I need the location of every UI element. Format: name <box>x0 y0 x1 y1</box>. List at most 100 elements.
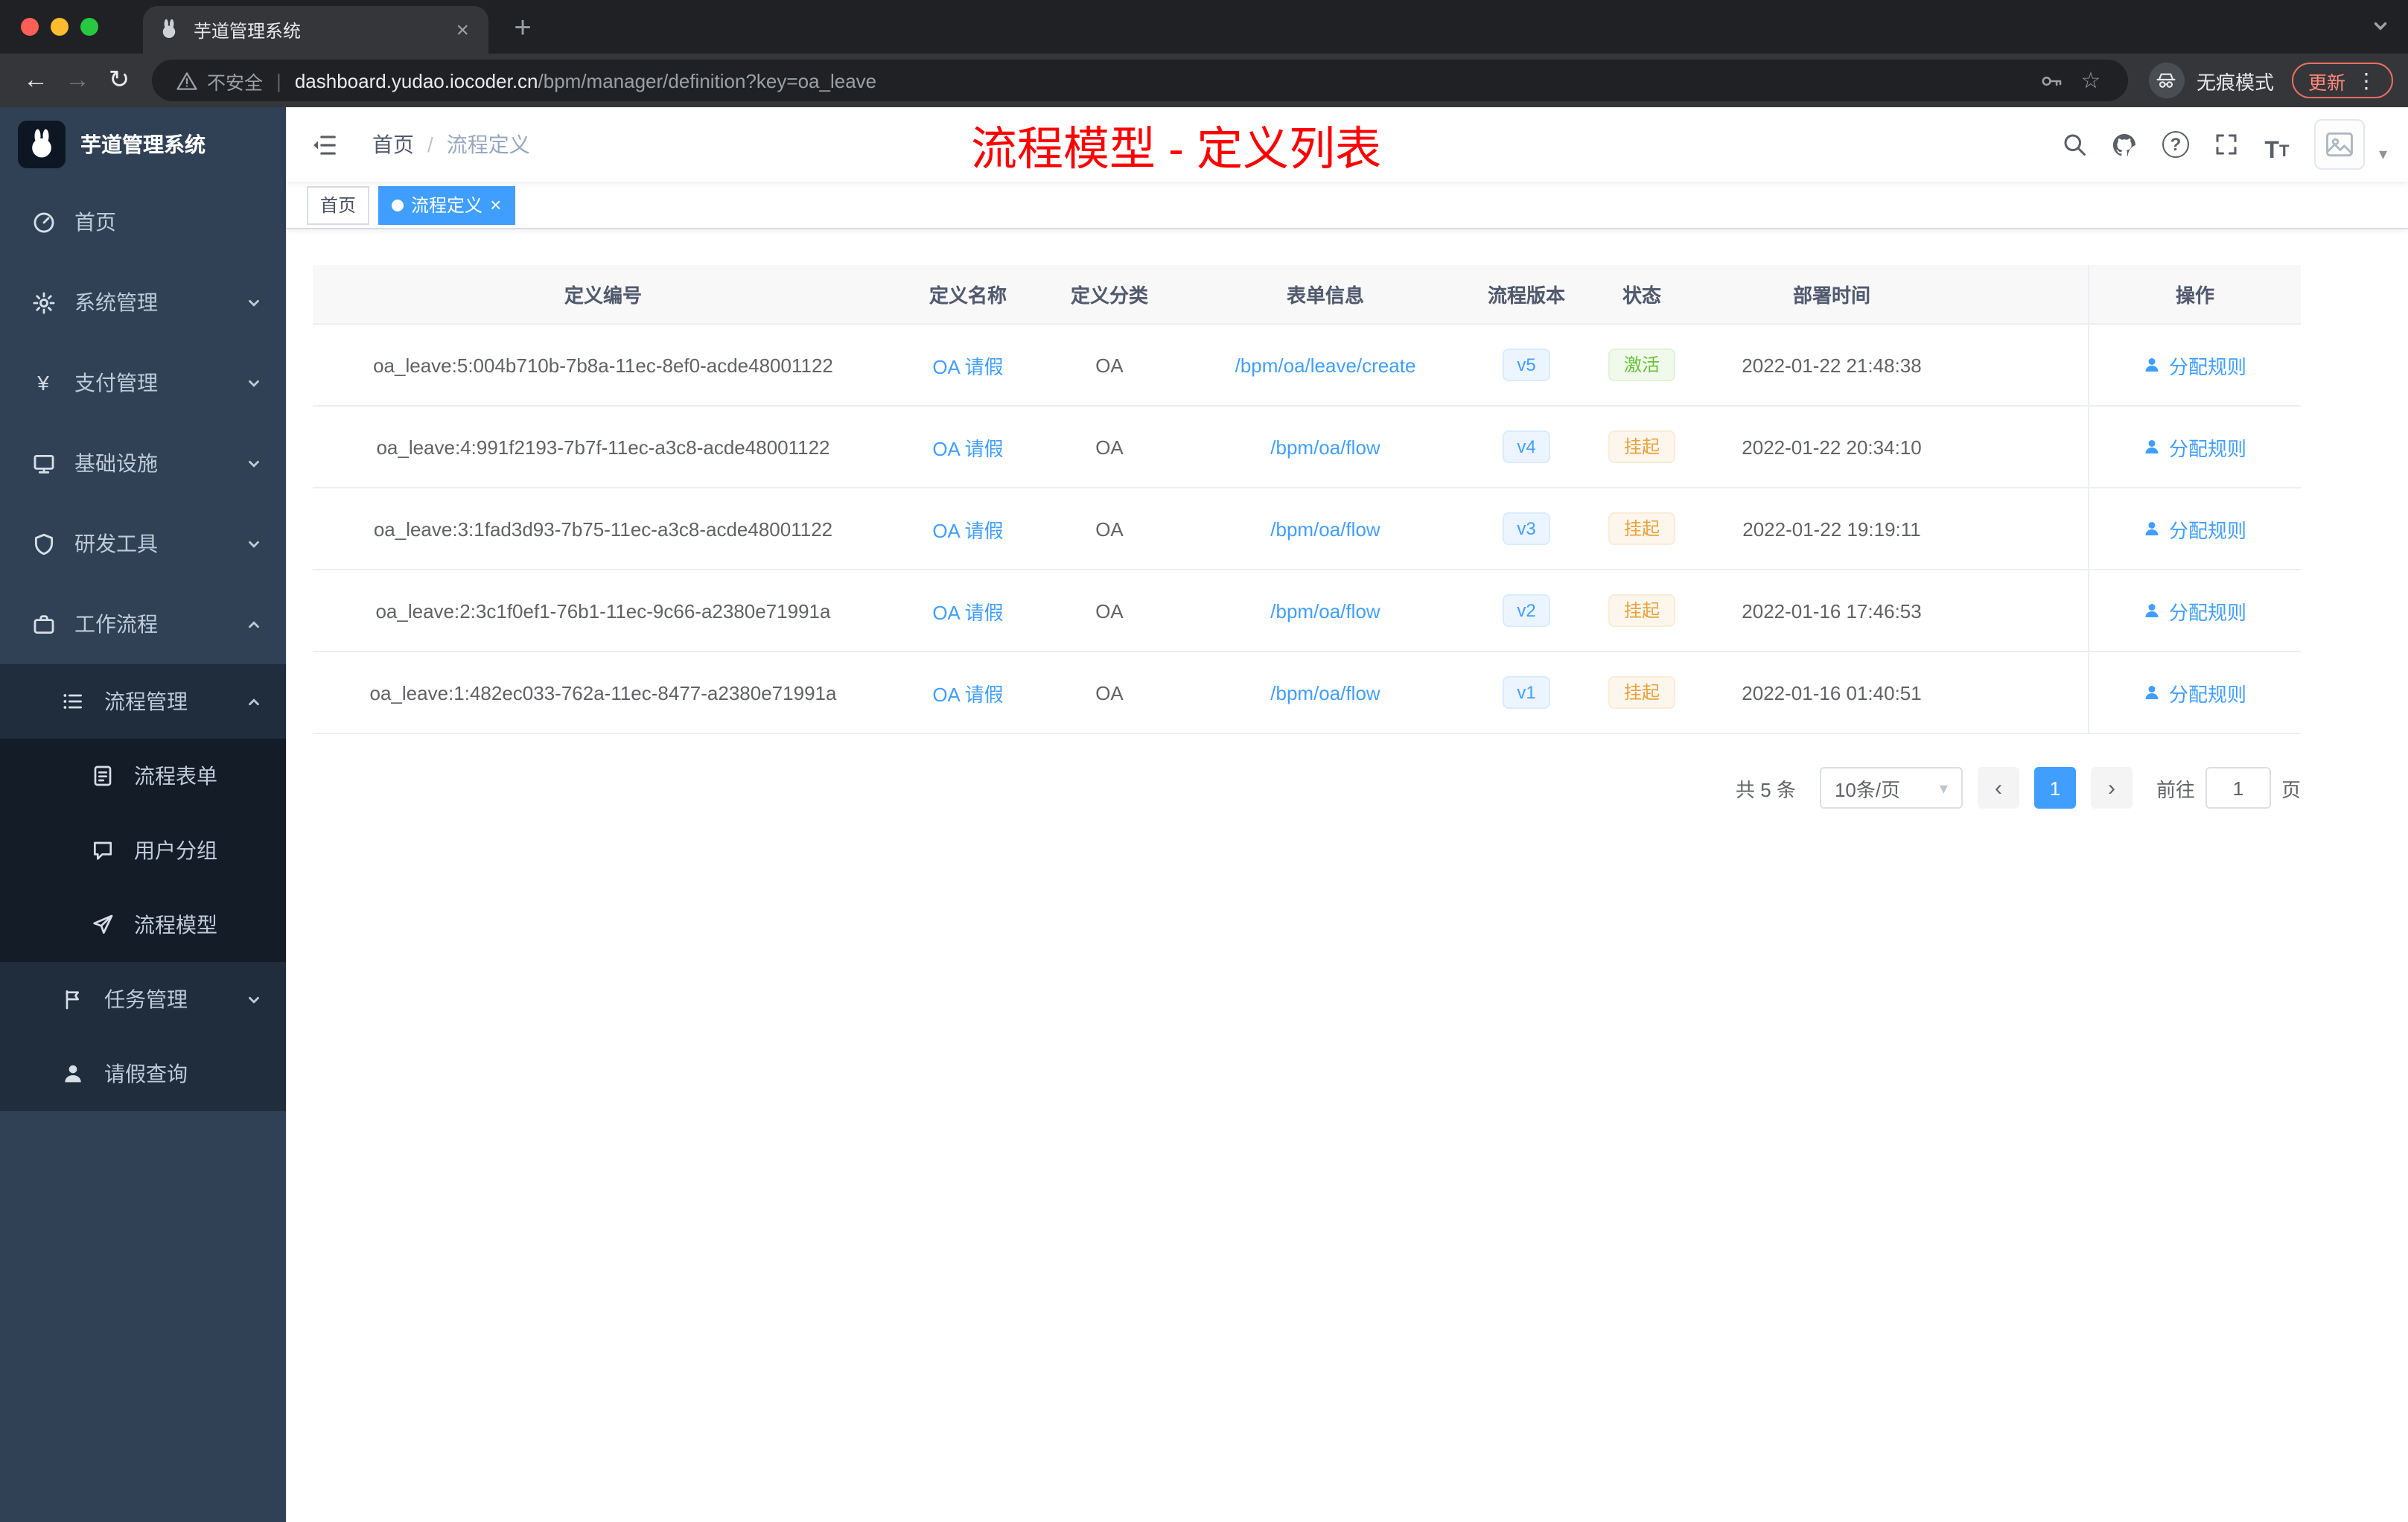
status-badge: 挂起 <box>1608 430 1675 463</box>
chevron-up-icon <box>246 693 262 710</box>
table-row: oa_leave:3:1fad3d93-7b75-11ec-a3c8-acde4… <box>313 488 2301 570</box>
definition-name-link[interactable]: OA 请假 <box>932 596 1003 625</box>
url-path[interactable]: /bpm/manager/definition?key=oa_leave <box>538 69 2033 92</box>
sidebar-item-process-form[interactable]: 流程表单 <box>0 739 286 813</box>
column-header: 流程版本 <box>1487 284 1565 307</box>
definition-table: 定义编号 定义名称 定义分类 表单信息 流程版本 状态 部署时间 操作 oa_l… <box>313 265 2301 734</box>
breadcrumb-home[interactable]: 首页 <box>372 130 414 159</box>
next-page-button[interactable]: › <box>2090 767 2133 809</box>
goto-page-input[interactable] <box>2205 767 2271 809</box>
navbar-actions: ? TT ▾ <box>2056 119 2408 170</box>
sidebar-item-dev-tools[interactable]: 研发工具 <box>0 503 286 584</box>
chevron-down-icon[interactable] <box>2371 16 2390 36</box>
address-bar[interactable]: 不安全 | dashboard.yudao.iocoder.cn /bpm/ma… <box>152 60 2128 101</box>
user-icon <box>2146 604 2159 617</box>
new-tab-button[interactable]: + <box>500 6 545 51</box>
definition-category: OA <box>1095 681 1124 704</box>
chevron-down-icon <box>246 991 262 1007</box>
sidebar-item-label: 用户分组 <box>134 838 217 862</box>
tag-process-definition[interactable]: 流程定义 × <box>378 185 515 224</box>
assign-rule-link[interactable]: 分配规则 <box>2144 351 2246 379</box>
definition-name-link[interactable]: OA 请假 <box>932 351 1003 379</box>
status-badge: 挂起 <box>1608 594 1675 627</box>
definition-name-link[interactable]: OA 请假 <box>932 515 1003 543</box>
window-minimize-button[interactable] <box>51 18 69 36</box>
browser-menu-icon[interactable]: ⋮ <box>2356 70 2377 91</box>
column-header: 部署时间 <box>1792 284 1870 307</box>
form-info-link[interactable]: /bpm/oa/flow <box>1270 436 1380 458</box>
tab-close-icon[interactable]: × <box>451 19 474 41</box>
sidebar-header: 芋道管理系统 <box>0 107 286 182</box>
github-icon[interactable] <box>2106 126 2144 163</box>
person-icon <box>60 1060 86 1087</box>
sidebar-item-system-management[interactable]: 系统管理 <box>0 262 286 343</box>
browser-tab[interactable]: 芋道管理系统 × <box>143 6 488 54</box>
prev-page-button[interactable]: ‹ <box>1977 767 2019 809</box>
sidebar-item-leave-query[interactable]: 请假查询 <box>0 1037 286 1111</box>
security-label[interactable]: 不安全 <box>207 66 263 95</box>
form-info-link[interactable]: /bpm/oa/flow <box>1270 518 1380 540</box>
assign-rule-link[interactable]: 分配规则 <box>2144 433 2246 461</box>
page-size-value: 10条/页 <box>1834 778 1901 800</box>
sidebar-item-process-management[interactable]: 流程管理 <box>0 664 286 739</box>
page-content: 定义编号 定义名称 定义分类 表单信息 流程版本 状态 部署时间 操作 oa_l… <box>286 229 2408 1522</box>
definition-name-link[interactable]: OA 请假 <box>932 678 1003 707</box>
sidebar-fold-icon[interactable] <box>286 107 360 182</box>
sidebar-item-workflow[interactable]: 工作流程 <box>0 584 286 664</box>
tag-close-icon[interactable]: × <box>490 195 501 214</box>
definition-category: OA <box>1095 518 1124 540</box>
tag-label: 流程定义 <box>411 195 483 216</box>
reload-button[interactable]: ↻ <box>98 60 140 101</box>
browser-update-button[interactable]: 更新 ⋮ <box>2291 63 2393 98</box>
sidebar-item-label: 工作流程 <box>74 612 158 636</box>
window-zoom-button[interactable] <box>80 18 98 36</box>
update-label[interactable]: 更新 <box>2308 66 2345 95</box>
url-domain[interactable]: dashboard.yudao.iocoder.cn <box>295 69 538 92</box>
assign-rule-link[interactable]: 分配规则 <box>2144 515 2246 543</box>
help-icon[interactable]: ? <box>2157 126 2194 163</box>
sidebar-item-label: 流程模型 <box>134 913 217 937</box>
sidebar-item-label: 首页 <box>74 210 116 234</box>
sidebar-item-home[interactable]: 首页 <box>0 182 286 262</box>
breadcrumb-separator: / <box>427 133 433 156</box>
search-icon[interactable] <box>2056 126 2093 163</box>
sidebar-item-user-group[interactable]: 用户分组 <box>0 813 286 888</box>
page-size-select[interactable]: 10条/页 ▾ <box>1819 767 1963 809</box>
font-size-icon[interactable]: TT <box>2258 126 2296 163</box>
breadcrumb-current: 流程定义 <box>446 133 530 156</box>
bookmark-star-icon[interactable]: ☆ <box>2071 61 2110 100</box>
definition-id: oa_leave:1:482ec033-762a-11ec-8477-a2380… <box>369 681 837 704</box>
form-info-link[interactable]: /bpm/oa/flow <box>1270 599 1380 622</box>
sidebar-item-label: 任务管理 <box>104 987 188 1011</box>
fullscreen-icon[interactable] <box>2208 126 2245 163</box>
form-info-link[interactable]: /bpm/oa/leave/create <box>1235 354 1416 376</box>
assign-rule-link[interactable]: 分配规则 <box>2144 678 2246 707</box>
url-divider: | <box>276 69 281 92</box>
assign-rule-link[interactable]: 分配规则 <box>2144 596 2246 625</box>
column-header: 定义名称 <box>929 284 1007 307</box>
definition-name-link[interactable]: OA 请假 <box>932 433 1003 461</box>
goto-label: 前往 <box>2156 778 2195 800</box>
sidebar-item-process-model[interactable]: 流程模型 <box>0 888 286 962</box>
sidebar-item-task-management[interactable]: 任务管理 <box>0 962 286 1037</box>
page-number-button[interactable]: 1 <box>2033 767 2076 809</box>
avatar-caret-icon[interactable]: ▾ <box>2379 144 2387 164</box>
sidebar-item-infrastructure[interactable]: 基础设施 <box>0 423 286 503</box>
chevron-up-icon <box>246 616 262 632</box>
browser-toolbar: ← → ↻ 不安全 | dashboard.yudao.iocoder.cn /… <box>0 54 2408 107</box>
chevron-down-icon: ▾ <box>1939 780 1948 797</box>
password-key-icon[interactable] <box>2033 61 2071 100</box>
chevron-down-icon <box>246 535 262 552</box>
window-close-button[interactable] <box>21 18 39 36</box>
back-button[interactable]: ← <box>15 60 57 101</box>
user-avatar[interactable] <box>2314 119 2366 170</box>
table-row: oa_leave:1:482ec033-762a-11ec-8477-a2380… <box>313 652 2301 734</box>
gear-icon <box>30 289 57 316</box>
column-header: 表单信息 <box>1286 284 1364 307</box>
sidebar-item-label: 流程表单 <box>134 764 217 788</box>
tag-home[interactable]: 首页 <box>307 185 370 224</box>
process-model-icon <box>89 911 116 938</box>
sidebar-item-payment-management[interactable]: ¥ 支付管理 <box>0 343 286 423</box>
form-info-link[interactable]: /bpm/oa/flow <box>1270 681 1380 704</box>
version-badge: v2 <box>1502 594 1551 627</box>
